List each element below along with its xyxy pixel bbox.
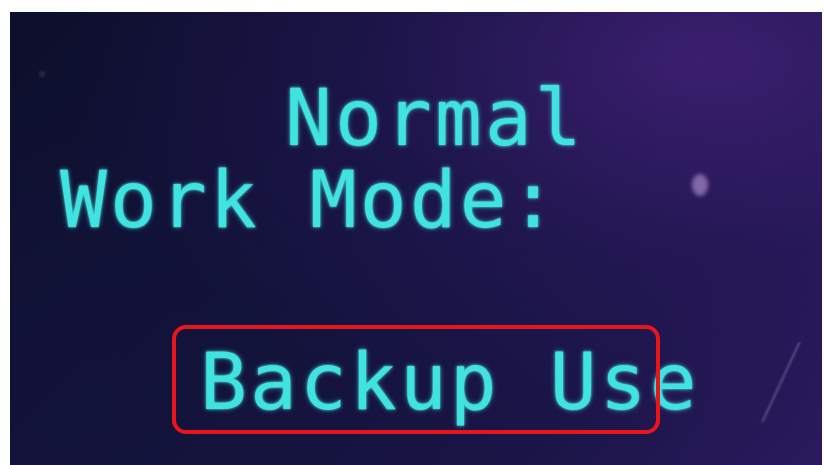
- work-mode-label: Work Mode:: [60, 156, 560, 246]
- device-photo-frame: Normal Work Mode: Backup Use: [0, 0, 824, 465]
- work-mode-value: Normal: [285, 74, 585, 164]
- backup-use-option[interactable]: Backup Use: [200, 344, 700, 422]
- screen-glare-spot: [692, 174, 708, 196]
- screen-reflection: [761, 342, 822, 422]
- screen-dust-spot: [40, 72, 44, 76]
- lcd-screen: Normal Work Mode: Backup Use: [10, 12, 822, 465]
